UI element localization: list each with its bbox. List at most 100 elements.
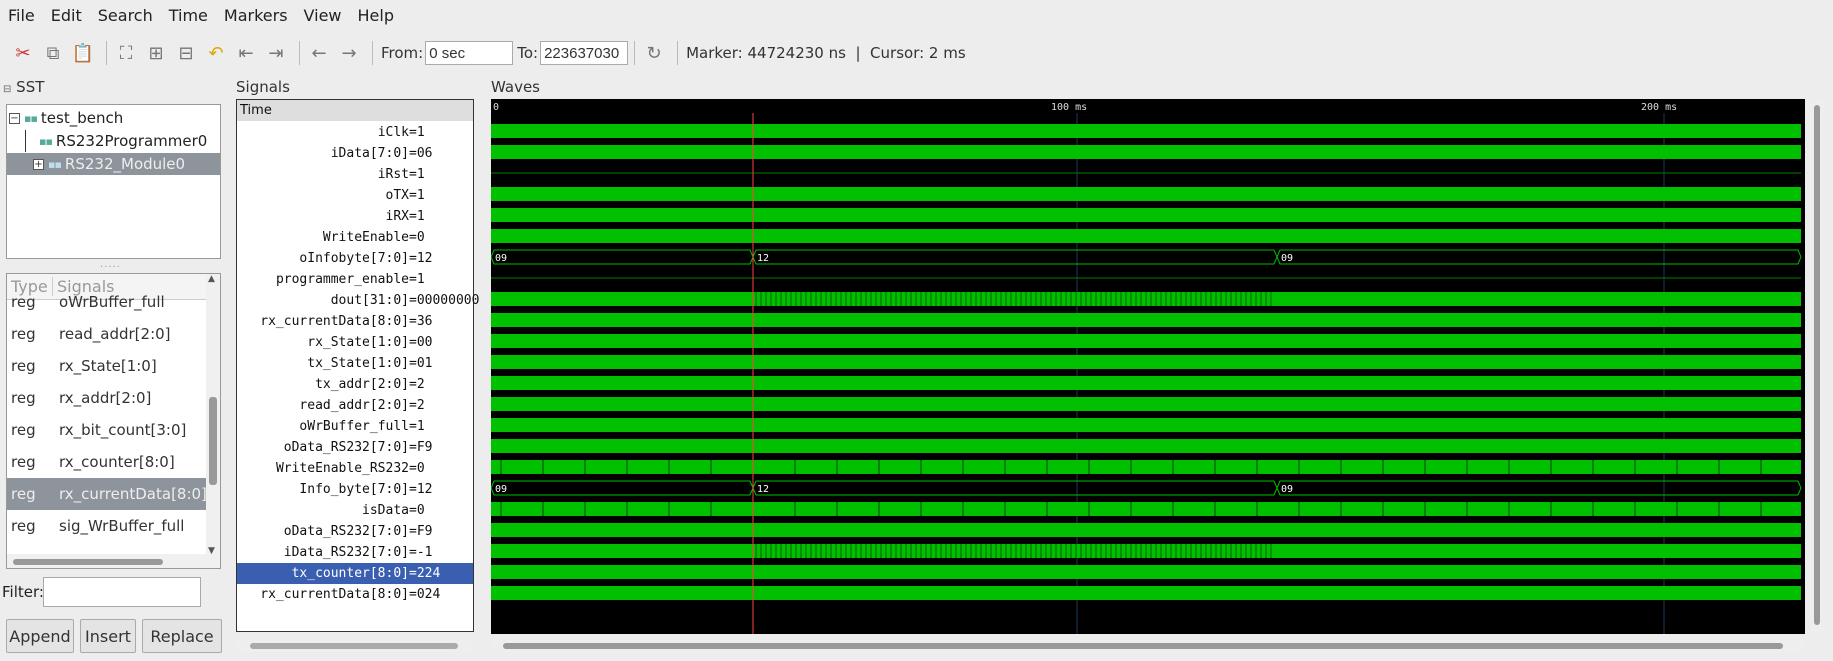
signal-row[interactable]: tx_addr[2:0]=2 xyxy=(237,374,473,395)
list-item[interactable]: reg sig_WrBuffer_full xyxy=(7,510,207,542)
zoom-to-start-icon[interactable]: ⇤ xyxy=(233,40,259,66)
undo-zoom-icon[interactable]: ↶ xyxy=(203,40,229,66)
paste-icon[interactable]: 📋 xyxy=(70,40,96,66)
signal-row[interactable]: rx_currentData[8:0]=024 xyxy=(237,584,473,605)
signals-hscrollbar[interactable] xyxy=(236,640,474,652)
signal-row-selected[interactable]: tx_counter[8:0]=224 xyxy=(237,563,473,584)
collapse-icon[interactable]: − xyxy=(9,112,20,124)
scroll-thumb[interactable] xyxy=(503,643,1783,649)
signal-row[interactable]: rx_State[1:0]=00 xyxy=(237,332,473,353)
menu-markers[interactable]: Markers xyxy=(224,6,288,25)
wave-trace xyxy=(491,460,1801,474)
signal-row[interactable]: rx_currentData[8:0]=36 xyxy=(237,311,473,332)
list-item-selected[interactable]: reg rx_currentData[8:0] xyxy=(7,478,207,510)
bus-segment xyxy=(491,249,754,265)
prev-edge-icon[interactable]: ← xyxy=(306,40,332,66)
equals-sign: = xyxy=(409,524,417,539)
scroll-up-icon[interactable]: ▲ xyxy=(208,274,215,284)
menu-file[interactable]: File xyxy=(8,6,35,25)
signal-row[interactable]: iData_RS232[7:0]=-1 xyxy=(237,542,473,563)
signal-row[interactable]: oData_RS232[7:0]=F9 xyxy=(237,521,473,542)
signal-list-hscrollbar[interactable] xyxy=(7,554,207,568)
reload-icon[interactable]: ↻ xyxy=(641,40,667,66)
filter-label: Filter: xyxy=(2,583,44,601)
signals-panel-label: Signals xyxy=(236,78,290,96)
equals-sign: = xyxy=(409,188,417,203)
menu-help[interactable]: Help xyxy=(358,6,394,25)
to-input[interactable] xyxy=(540,41,629,65)
wave-trace xyxy=(491,565,1801,579)
signal-name: dout[31:0] xyxy=(330,293,409,308)
scroll-thumb[interactable] xyxy=(250,643,458,649)
expand-icon[interactable]: + xyxy=(33,158,44,170)
signal-row[interactable]: WriteEnable=0 xyxy=(237,227,473,248)
filter-input[interactable] xyxy=(43,577,201,607)
signal-name: iData_RS232[7:0] xyxy=(283,545,409,560)
append-button[interactable]: Append xyxy=(6,619,74,653)
menu-view[interactable]: View xyxy=(304,6,342,25)
signal-row[interactable]: iRst=1 xyxy=(237,164,473,185)
wave-trace xyxy=(491,397,1801,411)
signal-row[interactable]: iRX=1 xyxy=(237,206,473,227)
menu-edit[interactable]: Edit xyxy=(51,6,82,25)
tree-item-rs232-module0[interactable]: + ▪▪ RS232_Module0 xyxy=(7,153,220,175)
tree-item-rs232programmer0[interactable]: ▪▪ RS232Programmer0 xyxy=(25,130,207,152)
tree-item-label: test_bench xyxy=(40,109,124,127)
list-item[interactable]: reg rx_counter[8:0] xyxy=(7,446,207,478)
signal-row[interactable]: oTX=1 xyxy=(237,185,473,206)
menu-search[interactable]: Search xyxy=(98,6,153,25)
tree-item-test-bench[interactable]: − ▪▪ test_bench xyxy=(9,107,123,129)
next-edge-icon[interactable]: → xyxy=(336,40,362,66)
signal-name: oData_RS232[7:0] xyxy=(283,440,409,455)
waveform-canvas[interactable]: 0 100 ms 200 ms 09 12 09 09 12 09 xyxy=(491,99,1805,634)
toolbar: ✂ ⧉ 📋 ⛶ ⊞ ⊟ ↶ ⇤ ⇥ ← → From: To: ↻ Marker… xyxy=(0,36,1833,70)
waves-panel[interactable]: 0 100 ms 200 ms 09 12 09 09 12 09 xyxy=(491,99,1805,634)
scroll-thumb[interactable] xyxy=(209,397,217,485)
bus-value-label: 09 xyxy=(495,253,507,264)
signal-row[interactable]: WriteEnable_RS232=0 xyxy=(237,458,473,479)
zoom-in-icon[interactable]: ⊞ xyxy=(143,40,169,66)
signal-row[interactable]: dout[31:0]=00000000 xyxy=(237,290,480,311)
list-item[interactable]: reg rx_bit_count[3:0] xyxy=(7,414,207,446)
equals-sign: = xyxy=(409,167,417,182)
signal-row[interactable]: oWrBuffer_full=1 xyxy=(237,416,473,437)
copy-icon[interactable]: ⧉ xyxy=(40,40,66,66)
signal-value: 0 xyxy=(416,503,425,518)
signal-row[interactable]: oInfobyte[7:0]=12 xyxy=(237,248,473,269)
zoom-fit-icon[interactable]: ⛶ xyxy=(113,40,139,66)
signal-row[interactable]: programmer_enable=1 xyxy=(237,269,473,290)
wave-trace xyxy=(491,124,1801,138)
signal-row[interactable]: isData=0 xyxy=(237,500,473,521)
scroll-down-icon[interactable]: ▼ xyxy=(208,546,215,556)
signal-row[interactable]: tx_State[1:0]=01 xyxy=(237,353,473,374)
bus-value-label: 09 xyxy=(1281,253,1293,264)
collapse-icon[interactable]: ⊟ xyxy=(3,84,11,95)
zoom-out-icon[interactable]: ⊟ xyxy=(173,40,199,66)
zoom-to-end-icon[interactable]: ⇥ xyxy=(263,40,289,66)
signal-row[interactable]: iData[7:0]=06 xyxy=(237,143,473,164)
list-item[interactable]: reg read_addr[2:0] xyxy=(7,318,207,350)
scroll-thumb[interactable] xyxy=(13,559,163,565)
waves-vscrollbar[interactable] xyxy=(1810,99,1824,634)
wave-trace xyxy=(491,145,1801,159)
signal-row[interactable]: read_addr[2:0]=2 xyxy=(237,395,473,416)
from-input[interactable] xyxy=(425,41,514,65)
insert-button[interactable]: Insert xyxy=(80,619,136,653)
signal-name: oWrBuffer_full xyxy=(299,419,409,434)
pane-resize-handle[interactable]: ····· xyxy=(100,262,121,273)
signal-value: F9 xyxy=(416,524,433,539)
signal-row[interactable]: iClk=1 xyxy=(237,122,473,143)
replace-button[interactable]: Replace xyxy=(142,619,222,653)
list-item[interactable]: reg rx_State[1:0] xyxy=(7,350,207,382)
wave-trace xyxy=(491,502,1801,516)
wave-trace xyxy=(491,229,1801,243)
signal-row[interactable]: oData_RS232[7:0]=F9 xyxy=(237,437,473,458)
signal-row[interactable]: Info_byte[7:0]=12 xyxy=(237,479,473,500)
scroll-thumb[interactable] xyxy=(1814,105,1820,625)
menu-time[interactable]: Time xyxy=(169,6,208,25)
signal-name: Info_byte[7:0] xyxy=(299,482,409,497)
list-item[interactable]: reg rx_addr[2:0] xyxy=(7,382,207,414)
cut-icon[interactable]: ✂ xyxy=(10,40,36,66)
waves-hscrollbar[interactable] xyxy=(491,640,1805,652)
signal-list-vscrollbar[interactable]: ▲ ▼ xyxy=(206,274,220,568)
